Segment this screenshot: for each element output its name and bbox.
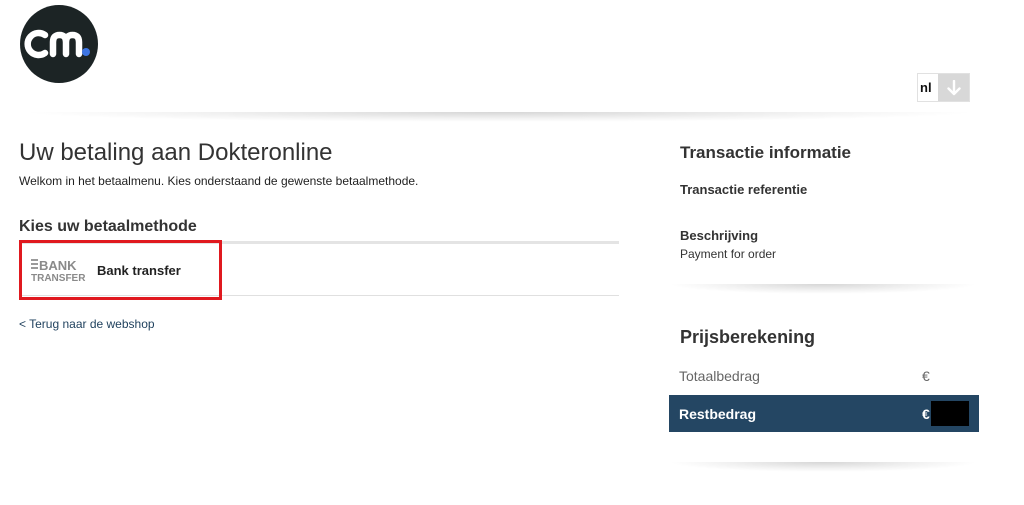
bank-logo-line-1: BANK (39, 258, 77, 273)
pricing-divider (668, 462, 978, 472)
total-amount-row: Totaalbedrag € (669, 363, 979, 389)
remaining-amount-row: Restbedrag € (669, 395, 979, 432)
payment-method-heading: Kies uw betaalmethode (19, 218, 197, 235)
payment-method-label: Bank transfer (97, 262, 181, 278)
bank-logo-line-2: TRANSFER (31, 273, 86, 283)
page-title: Uw betaling aan Dokteronline (19, 139, 333, 166)
arrow-down-icon[interactable] (938, 74, 969, 101)
remaining-amount-value-wrap: € (922, 401, 969, 426)
description-value: Payment for order (680, 247, 777, 261)
cm-logo (20, 5, 98, 83)
description-label: Beschrijving (680, 228, 759, 243)
payment-method-bank-transfer[interactable]: BANK TRANSFER Bank transfer (19, 240, 222, 300)
remaining-amount-currency: € (922, 405, 930, 422)
header-divider (18, 112, 980, 122)
total-amount-label: Totaalbedrag (679, 368, 760, 384)
transaction-reference-label: Transactie referentie (680, 182, 808, 197)
language-value: nl (918, 74, 938, 101)
intro-text: Welkom in het betaalmenu. Kies onderstaa… (19, 174, 419, 188)
bank-transfer-logo: BANK TRANSFER (30, 257, 92, 284)
language-select[interactable]: nl (917, 73, 970, 102)
redacted-amount (930, 401, 969, 426)
back-to-webshop-link[interactable]: < Terug naar de webshop (19, 317, 155, 331)
transaction-divider (668, 284, 978, 294)
total-amount-value: € (922, 368, 930, 384)
transaction-info-title: Transactie informatie (680, 143, 852, 162)
remaining-amount-label: Restbedrag (679, 405, 757, 422)
pricing-title: Prijsberekening (680, 327, 816, 347)
